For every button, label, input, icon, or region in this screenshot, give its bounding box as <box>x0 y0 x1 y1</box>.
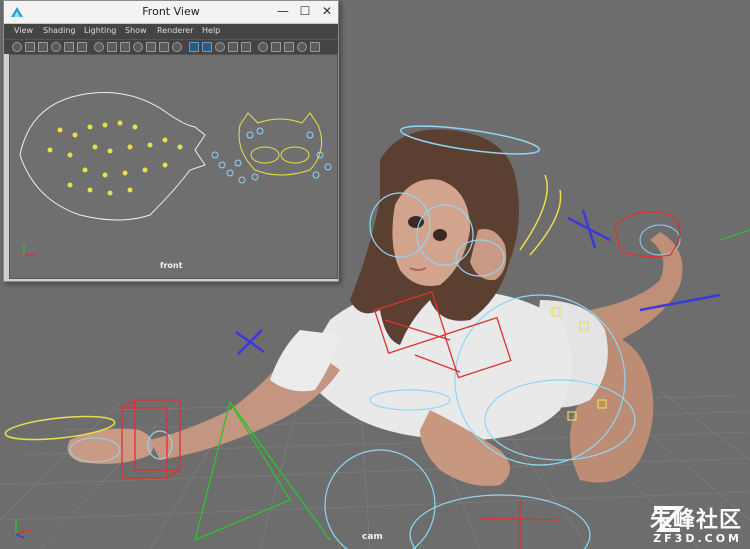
safe-action-icon[interactable] <box>159 42 169 52</box>
bookmark-icon[interactable] <box>38 42 48 52</box>
smooth-shade-icon[interactable] <box>202 42 212 52</box>
front-camera-label: front <box>160 261 183 270</box>
window-titlebar[interactable]: Front View — ☐ ✕ <box>4 1 338 24</box>
camera-name-label: cam <box>362 532 383 542</box>
menu-show[interactable]: Show <box>125 26 147 35</box>
field-chart-icon[interactable] <box>146 42 156 52</box>
menu-help[interactable]: Help <box>202 26 220 35</box>
menu-lighting[interactable]: Lighting <box>84 26 116 35</box>
use-default-material-icon[interactable] <box>215 42 225 52</box>
gate-mask-icon[interactable] <box>133 42 143 52</box>
menu-view[interactable]: View <box>14 26 33 35</box>
xray-joints-icon[interactable] <box>258 42 268 52</box>
screen-space-ao-icon[interactable] <box>297 42 307 52</box>
panel-toolbar <box>4 39 338 54</box>
shadows-icon[interactable] <box>284 42 294 52</box>
minimize-button[interactable]: — <box>272 1 294 21</box>
motion-blur-icon[interactable] <box>310 42 320 52</box>
grid-icon[interactable] <box>94 42 104 52</box>
view-axis-indicator <box>8 510 48 540</box>
watermark: 朱峰社区 ZF3D.COM <box>650 502 742 545</box>
wireframe-on-shaded-icon[interactable] <box>228 42 238 52</box>
menu-renderer[interactable]: Renderer <box>157 26 194 35</box>
grease-pencil-icon[interactable] <box>77 42 87 52</box>
camera-icon[interactable] <box>12 42 22 52</box>
image-plane-icon[interactable] <box>51 42 61 52</box>
use-all-lights-icon[interactable] <box>271 42 281 52</box>
film-gate-icon[interactable] <box>107 42 117 52</box>
resolution-gate-icon[interactable] <box>120 42 130 52</box>
front-view-window[interactable]: Front View — ☐ ✕ View Shading Lighting S… <box>3 0 339 282</box>
menu-shading[interactable]: Shading <box>43 26 76 35</box>
xray-icon[interactable] <box>241 42 251 52</box>
maximize-button[interactable]: ☐ <box>294 1 316 21</box>
panel-menubar: View Shading Lighting Show Renderer Help <box>4 24 338 39</box>
zf3d-logo-icon <box>653 506 684 532</box>
pan-zoom-icon[interactable] <box>64 42 74 52</box>
safe-title-icon[interactable] <box>172 42 182 52</box>
wireframe-icon[interactable] <box>189 42 199 52</box>
front-scene-canvas[interactable] <box>10 55 337 278</box>
front-axis-indicator <box>18 237 48 259</box>
close-button[interactable]: ✕ <box>316 1 338 21</box>
camera-attr-icon[interactable] <box>25 42 35 52</box>
front-viewport[interactable]: front <box>9 54 338 279</box>
